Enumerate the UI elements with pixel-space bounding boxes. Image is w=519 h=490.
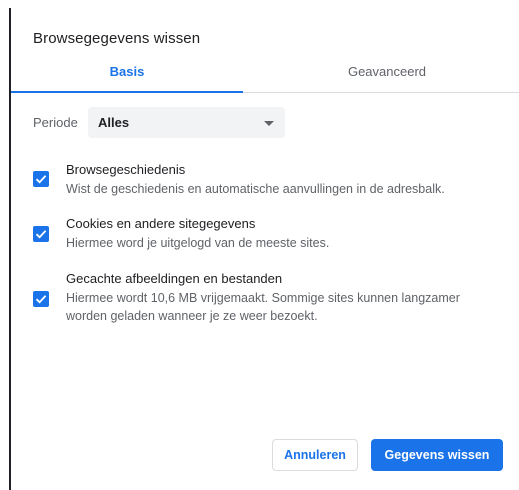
option-browsing-history: Browsegeschiedenis Wist de geschiedenis … [33,162,503,202]
option-cookies: Cookies en andere sitegegevens Hiermee w… [33,216,503,256]
checkbox-cached-images[interactable] [33,291,49,307]
checkmark-icon [35,175,47,184]
tab-bar: Basis Geavanceerd [11,58,519,93]
cancel-button[interactable]: Annuleren [272,439,358,471]
checkmark-icon [35,230,47,239]
option-cached-images: Gecachte afbeeldingen en bestanden Hierm… [33,271,503,331]
period-label: Periode [33,115,78,130]
option-title: Browsegeschiedenis [66,162,186,177]
option-description: Hiermee wordt 10,6 MB vrijgemaakt. Sommi… [66,291,460,323]
background-window-edge [0,0,9,490]
option-description: Wist de geschiedenis en automatische aan… [66,182,445,196]
chevron-down-icon [264,121,274,126]
dialog-buttons: Annuleren Gegevens wissen [11,439,519,471]
checkbox-browsing-history[interactable] [33,171,49,187]
active-tab-indicator [11,91,243,93]
period-select[interactable]: Alles [88,107,285,138]
tab-geavanceerd[interactable]: Geavanceerd [268,58,506,93]
clear-browsing-data-dialog: Browsegegevens wissen Basis Geavanceerd … [11,0,519,490]
option-title: Gecachte afbeeldingen en bestanden [66,271,283,286]
checkmark-icon [35,295,47,304]
dialog-title: Browsegegevens wissen [33,30,201,47]
period-select-value: Alles [98,115,130,130]
option-description: Hiermee word je uitgelogd van de meeste … [66,236,330,250]
tab-basis[interactable]: Basis [11,58,243,93]
option-title: Cookies en andere sitegegevens [66,216,256,231]
clear-data-button[interactable]: Gegevens wissen [371,439,503,471]
period-row: Periode Alles [33,107,333,139]
checkbox-cookies[interactable] [33,226,49,242]
